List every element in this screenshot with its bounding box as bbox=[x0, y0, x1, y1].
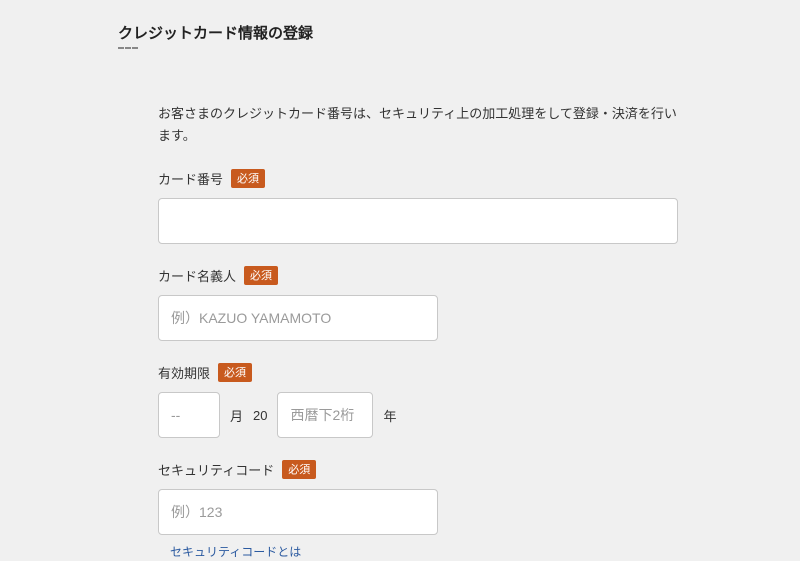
card-holder-field: カード名義人 必須 bbox=[158, 266, 682, 341]
card-holder-input[interactable] bbox=[158, 295, 438, 341]
cvv-help-link[interactable]: セキュリティコードとは bbox=[170, 543, 301, 560]
card-number-field: カード番号 必須 bbox=[158, 169, 682, 244]
card-holder-label-row: カード名義人 必須 bbox=[158, 266, 682, 285]
card-number-label: カード番号 bbox=[158, 169, 223, 188]
credit-card-form: お客さまのクレジットカード番号は、セキュリティ上の加工処理をして登録・決済を行い… bbox=[0, 55, 800, 561]
page-title: クレジットカード情報の登録 bbox=[118, 22, 800, 43]
expiry-year-input[interactable] bbox=[277, 392, 373, 438]
required-badge: 必須 bbox=[282, 460, 316, 479]
expiry-label: 有効期限 bbox=[158, 363, 210, 382]
cvv-label-row: セキュリティコード 必須 bbox=[158, 460, 682, 479]
cvv-input[interactable] bbox=[158, 489, 438, 535]
card-number-input[interactable] bbox=[158, 198, 678, 244]
expiry-year-suffix: 年 bbox=[383, 406, 396, 425]
expiry-inputs: 月 20 年 bbox=[158, 392, 682, 438]
card-holder-label: カード名義人 bbox=[158, 266, 236, 285]
intro-text: お客さまのクレジットカード番号は、セキュリティ上の加工処理をして登録・決済を行い… bbox=[158, 103, 682, 147]
required-badge: 必須 bbox=[244, 266, 278, 285]
required-badge: 必須 bbox=[231, 169, 265, 188]
title-underline bbox=[118, 47, 138, 49]
page-header: クレジットカード情報の登録 bbox=[0, 0, 800, 55]
expiry-month-input[interactable] bbox=[158, 392, 220, 438]
expiry-field: 有効期限 必須 月 20 年 bbox=[158, 363, 682, 438]
expiry-year-prefix: 20 bbox=[253, 408, 267, 423]
required-badge: 必須 bbox=[218, 363, 252, 382]
expiry-label-row: 有効期限 必須 bbox=[158, 363, 682, 382]
cvv-label: セキュリティコード bbox=[158, 460, 274, 479]
expiry-month-suffix: 月 bbox=[230, 406, 243, 425]
cvv-field: セキュリティコード 必須 セキュリティコードとは bbox=[158, 460, 682, 561]
card-number-label-row: カード番号 必須 bbox=[158, 169, 682, 188]
